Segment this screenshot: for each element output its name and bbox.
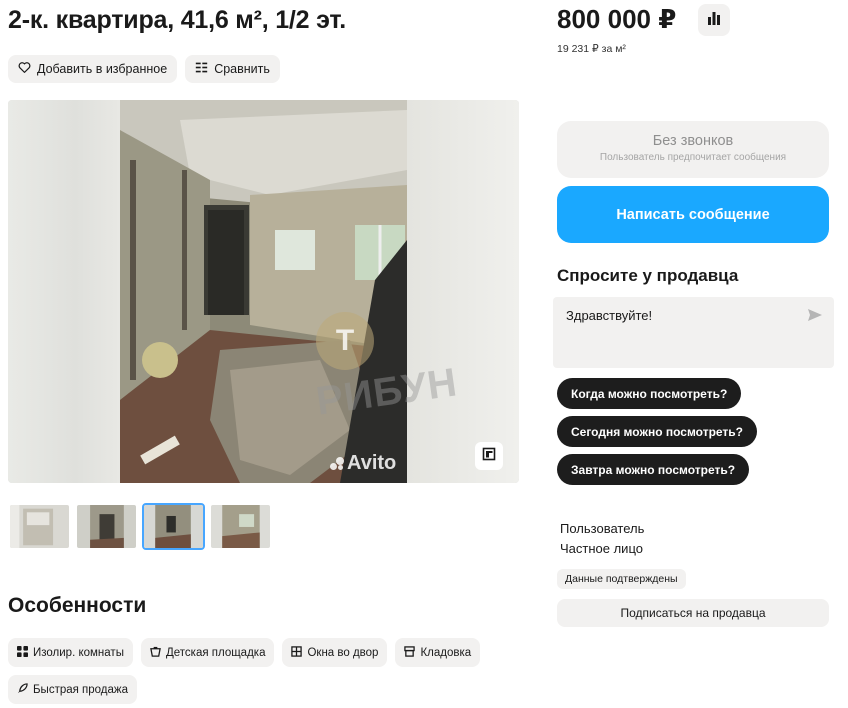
features-list: Изолир. комнаты Детская площадка Окна во… bbox=[8, 638, 488, 704]
feature-isolated-rooms[interactable]: Изолир. комнаты bbox=[8, 638, 133, 667]
features-title: Особенности bbox=[8, 594, 147, 617]
favorite-button[interactable]: Добавить в избранное bbox=[8, 55, 178, 83]
listing-actions: Добавить в избранное Сравнить bbox=[8, 55, 280, 83]
compare-button[interactable]: Сравнить bbox=[185, 55, 280, 83]
price-per-sqm: 19 231 ₽ за м² bbox=[557, 43, 626, 55]
thumbnail-4[interactable] bbox=[209, 503, 272, 550]
ask-seller-title: Спросите у продавца bbox=[557, 266, 739, 285]
feature-label: Изолир. комнаты bbox=[33, 646, 124, 659]
seller-type: Частное лицо bbox=[560, 541, 643, 556]
ask-message-text: Здравствуйте! bbox=[566, 308, 653, 323]
window-icon bbox=[291, 645, 303, 660]
watermark-logo: Т bbox=[316, 312, 374, 370]
gallery-blur-left bbox=[8, 100, 120, 483]
fullscreen-button[interactable] bbox=[475, 442, 503, 470]
no-calls-subtitle: Пользователь предпочитает сообщения bbox=[599, 152, 787, 163]
write-message-button[interactable]: Написать сообщение bbox=[557, 186, 829, 243]
thumbnail-1[interactable] bbox=[8, 503, 71, 550]
gallery-blur-right bbox=[407, 100, 519, 483]
feature-storage[interactable]: Кладовка bbox=[395, 638, 481, 667]
feature-windows-yard[interactable]: Окна во двор bbox=[282, 638, 388, 667]
bar-chart-icon bbox=[707, 11, 721, 30]
price: 800 000 ₽ bbox=[557, 4, 677, 34]
ask-message-input[interactable]: Здравствуйте! bbox=[553, 297, 834, 368]
feature-label: Детская площадка bbox=[165, 646, 266, 659]
send-icon[interactable] bbox=[807, 307, 823, 323]
listing-title: 2-к. квартира, 41,6 м², 1/2 эт. bbox=[8, 6, 346, 34]
feature-playground[interactable]: Детская площадка bbox=[140, 638, 275, 667]
photo-gallery[interactable]: Т РИБУН Avito bbox=[8, 100, 519, 483]
feature-label: Кладовка bbox=[420, 646, 472, 659]
quick-question-1[interactable]: Когда можно посмотреть? bbox=[557, 378, 742, 409]
quick-question-3[interactable]: Завтра можно посмотреть? bbox=[557, 454, 750, 485]
main-photo[interactable] bbox=[120, 100, 407, 483]
subscribe-button[interactable]: Подписаться на продавца bbox=[557, 599, 829, 627]
storage-icon bbox=[404, 645, 416, 660]
grid-icon bbox=[17, 645, 28, 660]
avito-logo-icon bbox=[330, 456, 344, 471]
no-calls-title: Без звонков bbox=[652, 133, 734, 149]
feature-quick-sale[interactable]: Быстрая продажа bbox=[8, 675, 138, 704]
compare-label: Сравнить bbox=[214, 62, 270, 76]
no-calls-button[interactable]: Без звонков Пользователь предпочитает со… bbox=[557, 121, 829, 178]
feature-label: Быстрая продажа bbox=[33, 683, 129, 696]
favorite-label: Добавить в избранное bbox=[37, 62, 168, 76]
seller-role: Пользователь bbox=[560, 521, 645, 536]
feature-label: Окна во двор bbox=[307, 646, 379, 659]
expand-icon bbox=[482, 447, 496, 466]
rocket-icon bbox=[17, 682, 28, 697]
price-history-button[interactable] bbox=[698, 4, 730, 36]
thumbnail-2[interactable] bbox=[75, 503, 138, 550]
heart-icon bbox=[18, 61, 31, 77]
quick-question-2[interactable]: Сегодня можно посмотреть? bbox=[557, 416, 758, 447]
avito-watermark-text: Avito bbox=[347, 452, 397, 474]
thumbnail-3[interactable] bbox=[142, 503, 205, 550]
avito-watermark: Avito bbox=[330, 452, 396, 475]
playground-icon bbox=[150, 646, 161, 660]
thumbnail-strip bbox=[8, 503, 272, 550]
verified-badge: Данные подтверждены bbox=[557, 569, 686, 589]
compare-icon bbox=[195, 61, 208, 77]
